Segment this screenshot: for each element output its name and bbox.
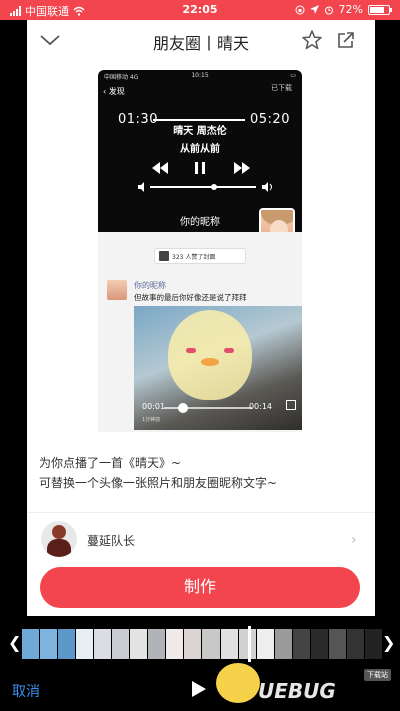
post-name: 你的昵称 <box>134 281 166 290</box>
video-caption: 1分钟前 <box>142 417 161 423</box>
chevron-left-icon: ‹ <box>103 87 107 96</box>
preview-lyric: 从前从前 <box>180 144 220 155</box>
video-progress <box>164 403 252 413</box>
screen: 中国联通 22:05 72% 朋友圈丨晴天 中国移动 4G 10:15 ▭ ‹ … <box>0 0 400 711</box>
video-progress-knob <box>178 403 188 413</box>
divider <box>27 512 375 513</box>
preview-song: 晴天 周杰伦 <box>173 126 227 137</box>
author-name[interactable]: 蔓延队长 <box>87 532 135 549</box>
nav-bar: 朋友圈丨晴天 <box>27 20 375 60</box>
video-total: 00:14 <box>248 402 272 411</box>
moments-feed: 323 人赞了封面 你的昵称 但故事的最后你好像还是说了拜拜 00:01 00:… <box>98 232 302 432</box>
location-icon <box>309 5 319 14</box>
chevron-right-icon[interactable]: › <box>351 532 357 548</box>
preview-time: 10:15 <box>191 72 209 79</box>
watermark-duck-logo <box>216 663 260 703</box>
page: 朋友圈丨晴天 中国移动 4G 10:15 ▭ ‹ 发现 已下载 01:30 05… <box>27 20 375 616</box>
pause-icon <box>195 162 205 174</box>
play-icon[interactable] <box>192 681 206 697</box>
chevron-right-icon: ❯ <box>382 633 396 652</box>
alarm-icon <box>324 6 333 14</box>
cancel-button[interactable]: 取消 <box>12 681 40 701</box>
preview-volume <box>138 182 272 192</box>
preview-battery-icon: ▭ <box>290 72 296 79</box>
duck-mascot-image <box>168 310 252 400</box>
post-video: 00:01 00:14 1分钟前 <box>134 306 302 430</box>
likes-avatar <box>159 251 169 261</box>
watermark-text: UEBUG <box>258 679 336 703</box>
video-elapsed: 00:01 <box>142 402 166 411</box>
battery-percent: 72% <box>338 3 363 16</box>
preview-back-link: ‹ 发现 <box>103 86 125 97</box>
battery-icon <box>368 4 392 15</box>
watermark-tag: 下载站 <box>364 669 391 681</box>
star-icon[interactable] <box>301 29 323 51</box>
preview-progress-track <box>153 119 245 121</box>
fullscreen-icon <box>286 400 296 410</box>
preview-status-bar: 中国移动 4G 10:15 ▭ <box>98 70 302 81</box>
filmstrip-thumbnails[interactable] <box>22 629 382 659</box>
status-bar: 中国联通 22:05 72% <box>0 0 400 20</box>
post-avatar <box>107 280 127 300</box>
likes-badge: 323 人赞了封面 <box>154 248 246 264</box>
description-line-2: 可替换一个头像一张照片和朋友圈昵称文字~ <box>39 476 278 490</box>
author-avatar[interactable] <box>41 521 77 557</box>
chevron-left-icon: ❮ <box>8 633 22 652</box>
share-icon[interactable] <box>335 29 357 51</box>
preview-done-label: 已下载 <box>271 84 292 92</box>
bottom-bar: 取消 UEBUG 下载站 <box>0 663 400 711</box>
video-filmstrip[interactable]: ❮ ❯ <box>0 625 400 663</box>
post-text: 但故事的最后你好像还是说了拜拜 <box>134 293 247 302</box>
lock-rotation-icon <box>295 5 305 14</box>
likes-label: 323 人赞了封面 <box>172 253 216 261</box>
volume-high-icon <box>262 182 272 192</box>
fast-forward-icon <box>234 162 250 174</box>
status-right: 72% <box>295 3 392 16</box>
preview-back-label: 发现 <box>108 87 125 96</box>
description-line-1: 为你点播了一首《晴天》~ <box>39 456 182 470</box>
rewind-icon <box>152 162 168 174</box>
filmstrip-playhead[interactable] <box>248 626 251 662</box>
make-button[interactable]: 制作 <box>40 567 360 608</box>
volume-low-icon <box>138 182 144 192</box>
preview-controls <box>152 162 250 174</box>
